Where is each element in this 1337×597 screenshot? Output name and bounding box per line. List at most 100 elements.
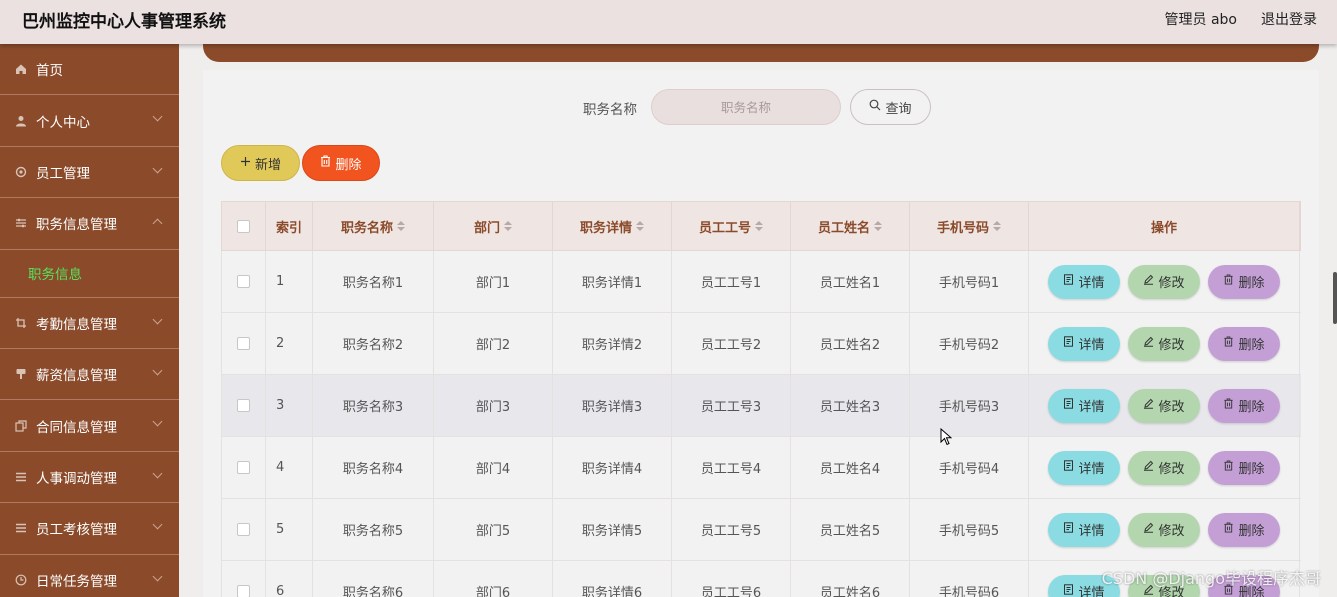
- edit-button[interactable]: 修改: [1128, 388, 1200, 423]
- cell-phone: 手机号码5: [910, 499, 1029, 560]
- batch-delete-label: 删除: [335, 157, 362, 173]
- scrollbar-thumb[interactable]: [1333, 272, 1337, 324]
- stamp-icon: [14, 367, 28, 381]
- header-department[interactable]: 部门: [434, 202, 553, 250]
- document-icon: [1063, 460, 1074, 475]
- delete-button[interactable]: 删除: [1208, 326, 1280, 361]
- document-icon: [1063, 522, 1074, 537]
- sidebar-item-transfer[interactable]: 人事调动管理: [0, 452, 179, 504]
- delete-button-label: 删除: [1238, 462, 1265, 477]
- sidebar-item-home[interactable]: 首页: [0, 44, 179, 96]
- cell-empno: 员工工号4: [672, 437, 791, 498]
- position-table: 索引 职务名称 部门 职务详情 员工工号 员工姓名 手机号码 操作 1 职务名称1…: [221, 201, 1301, 597]
- document-icon: [1063, 584, 1074, 597]
- delete-button-label: 删除: [1238, 276, 1265, 291]
- header-employee-no[interactable]: 员工工号: [672, 202, 791, 250]
- header-position-name[interactable]: 职务名称: [313, 202, 434, 250]
- cell-value: 手机号码1: [938, 276, 1000, 291]
- cell-value: 5: [276, 522, 285, 537]
- delete-button[interactable]: 删除: [1208, 388, 1280, 423]
- cell-value: 职务详情5: [581, 524, 643, 539]
- user-icon: [14, 114, 28, 128]
- sidebar-item-label: 首页: [36, 63, 63, 80]
- row-checkbox[interactable]: [237, 275, 250, 288]
- cell-empname: 员工姓名1: [791, 251, 910, 312]
- sidebar-subitem-position-info[interactable]: 职务信息: [0, 250, 179, 298]
- cell-empno: 员工工号3: [672, 375, 791, 436]
- search-button[interactable]: 查询: [850, 89, 931, 125]
- row-checkbox[interactable]: [237, 523, 250, 536]
- edit-button[interactable]: 修改: [1128, 326, 1200, 361]
- row-checkbox[interactable]: [237, 399, 250, 412]
- plus-icon: [240, 156, 251, 171]
- cell-index: 5: [266, 499, 313, 560]
- cell-empname: 员工姓名3: [791, 375, 910, 436]
- batch-delete-button[interactable]: 删除: [302, 145, 380, 181]
- main-panel: 职务名称 查询 新增 删除 索引 职务名称 部门 职务详情 员工工号 员工姓名 …: [203, 70, 1319, 597]
- cell-value: 员工姓名2: [819, 338, 881, 353]
- row-checkbox[interactable]: [237, 585, 250, 597]
- sidebar-item-personal[interactable]: 个人中心: [0, 95, 179, 147]
- sort-icon[interactable]: [397, 221, 405, 231]
- cell-value: 职务名称4: [342, 462, 404, 477]
- sidebar-item-position[interactable]: 职务信息管理: [0, 198, 179, 250]
- delete-button[interactable]: 删除: [1208, 512, 1280, 547]
- edit-button[interactable]: 修改: [1128, 512, 1200, 547]
- cell-name: 职务名称4: [313, 437, 434, 498]
- sidebar-item-attendance[interactable]: 考勤信息管理: [0, 298, 179, 349]
- detail-button-label: 详情: [1078, 276, 1105, 291]
- sort-icon[interactable]: [636, 221, 644, 231]
- admin-user: 管理员 abo: [1164, 12, 1237, 28]
- detail-button[interactable]: 详情: [1048, 512, 1120, 547]
- cell-index: 2: [266, 313, 313, 374]
- sidebar-item-tasks[interactable]: 日常任务管理: [0, 555, 179, 597]
- row-checkbox[interactable]: [237, 461, 250, 474]
- row-select-cell: [222, 499, 266, 560]
- cell-name: 职务名称2: [313, 313, 434, 374]
- row-checkbox[interactable]: [237, 337, 250, 350]
- sort-icon[interactable]: [874, 221, 882, 231]
- sidebar-item-contract[interactable]: 合同信息管理: [0, 400, 179, 452]
- row-select-cell: [222, 375, 266, 436]
- table-body: 1 职务名称1 部门1 职务详情1 员工工号1 员工姓名1 手机号码1 详情 修改 删除 2…: [221, 251, 1301, 597]
- sort-icon[interactable]: [993, 221, 1001, 231]
- add-button[interactable]: 新增: [221, 145, 300, 181]
- detail-button[interactable]: 详情: [1048, 388, 1120, 423]
- detail-button[interactable]: 详情: [1048, 326, 1120, 361]
- sidebar-item-assessment[interactable]: 员工考核管理: [0, 503, 179, 555]
- edit-button[interactable]: 修改: [1128, 450, 1200, 485]
- select-all-checkbox[interactable]: [237, 219, 250, 233]
- detail-button-label: 详情: [1078, 524, 1105, 539]
- pencil-icon: [1143, 522, 1154, 537]
- header-label: 手机号码: [936, 220, 989, 236]
- sidebar-item-staff[interactable]: 员工管理: [0, 147, 179, 199]
- clock-icon: [14, 573, 28, 587]
- detail-button[interactable]: 详情: [1048, 450, 1120, 485]
- edit-button[interactable]: 修改: [1128, 264, 1200, 299]
- delete-button[interactable]: 删除: [1208, 264, 1280, 299]
- sort-icon[interactable]: [504, 221, 512, 231]
- cell-detail: 职务详情5: [553, 499, 672, 560]
- trash-icon: [1223, 274, 1234, 289]
- cell-phone: 手机号码6: [910, 561, 1029, 597]
- trash-icon: [1223, 398, 1234, 413]
- cell-value: 职务详情2: [581, 338, 643, 353]
- cell-name: 职务名称5: [313, 499, 434, 560]
- row-operations: 详情 修改 删除: [1029, 313, 1300, 374]
- sort-icon[interactable]: [755, 221, 763, 231]
- search-input[interactable]: [651, 89, 841, 125]
- header-phone[interactable]: 手机号码: [910, 202, 1029, 250]
- sidebar-item-label: 合同信息管理: [36, 419, 117, 436]
- cell-value: 部门3: [475, 400, 511, 415]
- row-operations: 详情 修改 删除: [1029, 375, 1300, 436]
- header-employee-name[interactable]: 员工姓名: [791, 202, 910, 250]
- detail-button[interactable]: 详情: [1048, 264, 1120, 299]
- sidebar-item-label: 员工管理: [36, 165, 90, 182]
- header-position-detail[interactable]: 职务详情: [553, 202, 672, 250]
- delete-button[interactable]: 删除: [1208, 450, 1280, 485]
- sidebar-item-label: 员工考核管理: [36, 522, 117, 539]
- cell-value: 员工姓名6: [819, 586, 881, 597]
- sidebar-item-salary[interactable]: 薪资信息管理: [0, 349, 179, 401]
- header-label: 职务名称: [340, 220, 393, 236]
- logout-link[interactable]: 退出登录: [1261, 9, 1317, 29]
